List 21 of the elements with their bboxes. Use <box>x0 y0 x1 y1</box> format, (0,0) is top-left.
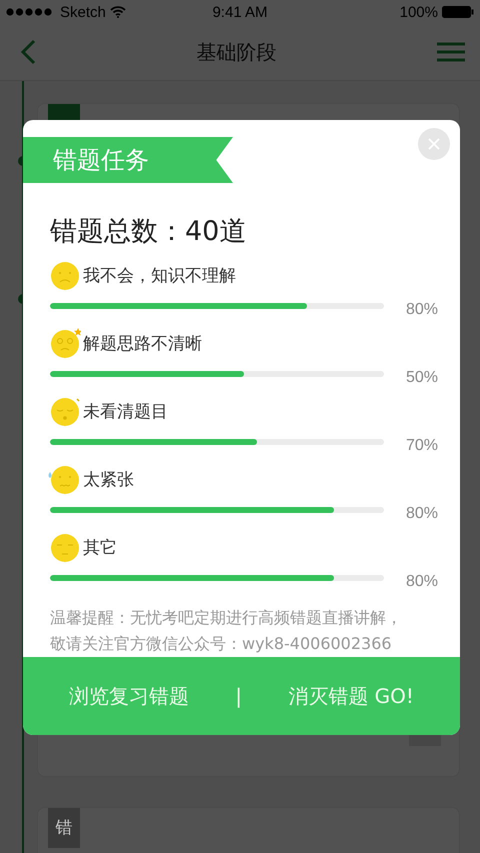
page-title: 基础阶段 <box>196 38 276 66</box>
reason-label: 其它 <box>83 536 117 558</box>
percent-reading: 80% <box>406 572 438 591</box>
review-button[interactable]: 浏览复习错题 <box>63 676 196 716</box>
ribbon-banner: 错题任务 <box>23 137 233 183</box>
status-time: 9:41 AM <box>212 4 268 20</box>
separator: | <box>235 684 242 708</box>
reason-label: 未看清题目 <box>83 400 168 422</box>
reason-label: 解题思路不清晰 <box>83 332 202 354</box>
carrier-name: Sketch <box>60 4 106 20</box>
tip-text: 温馨提醒：无忧考吧定期进行高频错题直播讲解，敬请关注官方微信公众号：wyk8-4006002366 <box>49 607 403 655</box>
percent-reading: 50% <box>406 368 438 387</box>
total-count: 错题总数：40道 <box>50 215 248 249</box>
percent-reading: 80% <box>406 300 438 319</box>
percent-reading: 80% <box>406 504 438 523</box>
go-button[interactable]: 消灭错题 GO! <box>282 676 420 716</box>
reason-label: 我不会，知识不理解 <box>83 264 236 286</box>
percent-reading: 70% <box>406 436 438 455</box>
battery-percent: 100% <box>400 4 438 20</box>
reason-label: 太紧张 <box>83 468 134 490</box>
bookmark-tag: 错 <box>48 808 80 848</box>
